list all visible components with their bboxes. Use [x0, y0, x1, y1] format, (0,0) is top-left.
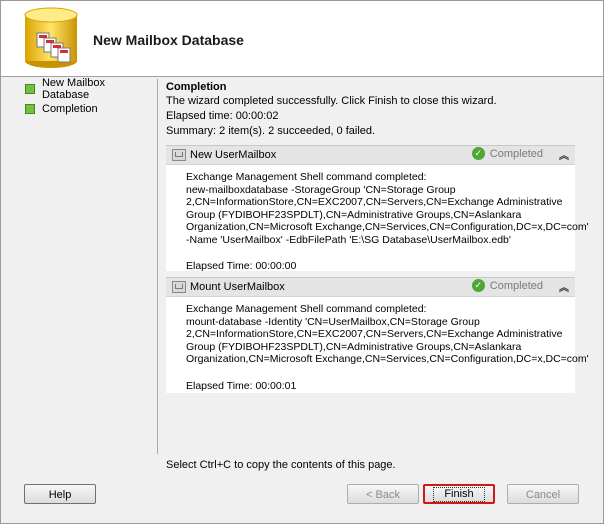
copy-hint: Select Ctrl+C to copy the contents of th…	[166, 459, 396, 471]
sidebar-divider	[157, 79, 158, 454]
wizard-steps: New Mailbox Database Completion	[25, 76, 155, 119]
status-label: Completed	[489, 147, 543, 160]
check-icon: ✓	[471, 147, 485, 160]
task-status: ✓ Completed	[471, 279, 543, 292]
check-icon: ✓	[471, 279, 485, 292]
mailbox-database-icon	[24, 7, 78, 68]
task-output: Exchange Management Shell command comple…	[166, 165, 589, 277]
step-completion[interactable]: Completion	[25, 99, 155, 118]
collapse-chevron-icon[interactable]: ︽	[559, 279, 569, 294]
wizard-header: New Mailbox Database	[1, 1, 603, 77]
wizard-title: New Mailbox Database	[93, 32, 244, 48]
collapse-chevron-icon[interactable]: ︽	[559, 147, 569, 162]
task-header: Mount UserMailbox ✓ Completed ︽	[166, 277, 575, 297]
completion-message: The wizard completed successfully. Click…	[166, 95, 497, 107]
step-label: Completion	[42, 102, 98, 115]
task-icon	[172, 149, 186, 161]
status-label: Completed	[489, 279, 543, 292]
task-name: Mount UserMailbox	[190, 281, 285, 293]
task-panel-mount-usermailbox: Mount UserMailbox ✓ Completed ︽ Exchange…	[166, 277, 589, 396]
task-header: New UserMailbox ✓ Completed ︽	[166, 145, 575, 165]
task-name: New UserMailbox	[190, 149, 277, 161]
step-new-mailbox-database[interactable]: New Mailbox Database	[25, 76, 155, 101]
elapsed-time: Elapsed time: 00:00:02	[166, 110, 279, 122]
task-icon	[172, 281, 186, 293]
command-output: Exchange Management Shell command comple…	[186, 303, 589, 365]
step-label: New Mailbox Database	[41, 76, 105, 101]
command-output: Exchange Management Shell command comple…	[186, 171, 589, 246]
wizard-window: New Mailbox Database New Mailbox Databas…	[0, 0, 604, 524]
back-button[interactable]: < Back	[347, 484, 419, 504]
summary-text: Summary: 2 item(s). 2 succeeded, 0 faile…	[166, 125, 376, 137]
task-panel-new-usermailbox: New UserMailbox ✓ Completed ︽ Exchange M…	[166, 145, 589, 272]
task-status: ✓ Completed	[471, 147, 543, 160]
step-complete-icon	[25, 103, 35, 114]
completion-summary: Completion The wizard completed successf…	[166, 81, 576, 140]
task-elapsed: Elapsed Time: 00:00:01	[186, 379, 297, 392]
task-elapsed: Elapsed Time: 00:00:00	[186, 260, 297, 272]
step-complete-icon	[25, 83, 35, 94]
finish-label: Finish	[433, 487, 485, 502]
section-title: Completion	[166, 81, 227, 93]
help-button[interactable]: Help	[24, 484, 96, 504]
task-output: Exchange Management Shell command comple…	[166, 297, 589, 396]
cancel-button[interactable]: Cancel	[507, 484, 579, 504]
finish-button[interactable]: Finish	[423, 484, 495, 504]
